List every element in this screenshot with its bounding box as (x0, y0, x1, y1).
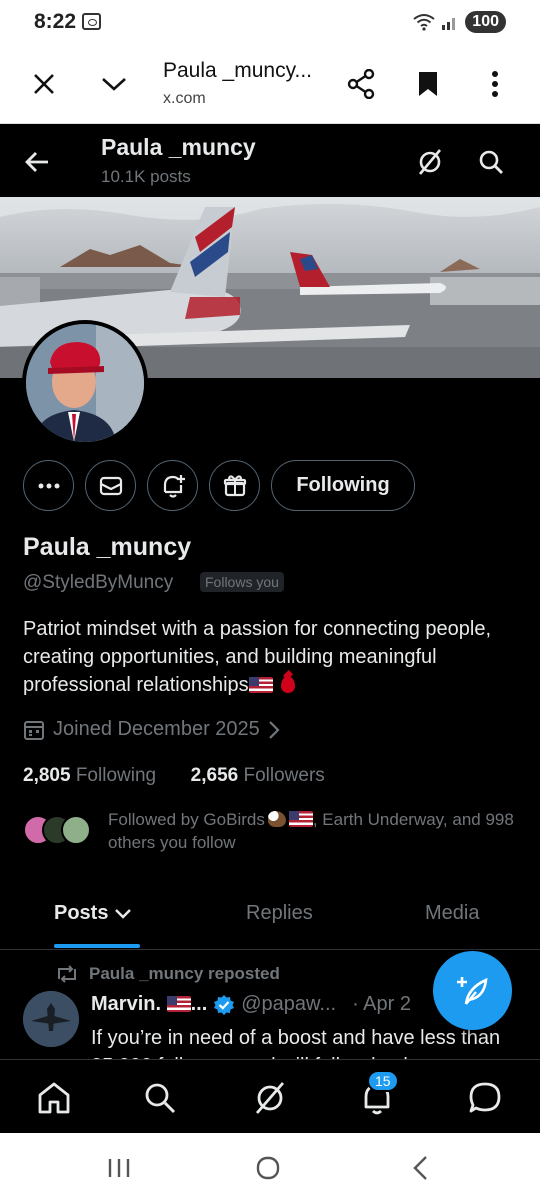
grok-button[interactable] (410, 142, 450, 182)
post-author-name[interactable]: Marvin. ... (91, 993, 207, 1016)
tab-posts[interactable]: Posts (54, 902, 132, 925)
followers-label: Followers (243, 765, 325, 786)
home-circle-icon (256, 1156, 280, 1180)
post-author-ellipsis: ... (190, 993, 208, 1015)
message-button[interactable] (85, 460, 136, 511)
chevron-right-icon (269, 720, 280, 739)
active-tab-indicator (54, 944, 140, 948)
back-system-button[interactable] (403, 1151, 437, 1185)
header-profile-name: Paula _muncy (101, 134, 256, 160)
profile-handle: @StyledByMuncy (23, 572, 174, 593)
us-flag-icon (288, 811, 313, 827)
close-icon (34, 74, 54, 94)
gift-icon (223, 474, 246, 496)
chevron-down-icon (102, 78, 126, 91)
tab-replies[interactable]: Replies (246, 902, 313, 925)
following-button[interactable]: Following (271, 460, 415, 511)
grok-icon (419, 149, 441, 175)
profile-name: Paula _muncy (23, 533, 192, 561)
arrow-left-icon (25, 152, 48, 172)
us-flag-icon (248, 677, 273, 693)
profile-avatar[interactable] (22, 320, 148, 446)
post-author-handle[interactable]: @papaw... (241, 993, 336, 1016)
profile-tabs: Posts Replies Media (0, 890, 540, 950)
back-button[interactable] (20, 144, 56, 180)
verified-badge-icon (214, 994, 235, 1015)
following-count-link[interactable]: 2,805 Following (23, 765, 156, 786)
signal-icon (442, 18, 456, 30)
bookmark-icon (419, 72, 437, 96)
chat-bubble-icon (469, 1082, 501, 1113)
notification-count-badge: 15 (367, 1070, 399, 1092)
follows-you-badge: Follows you (200, 572, 284, 592)
minimize-button[interactable] (94, 64, 134, 104)
post-date: · Apr 2 (352, 993, 411, 1015)
profile-header-bar: Paula _muncy 10.1K posts (0, 124, 540, 197)
repost-indicator[interactable]: Paula _muncy reposted (55, 964, 280, 984)
status-time: 8:22 (34, 10, 77, 33)
home-system-button[interactable] (251, 1151, 285, 1185)
follower-avatar (61, 815, 91, 845)
followed-by-prefix: Followed by GoBirds (108, 810, 265, 829)
search-icon (479, 150, 503, 174)
compose-feather-icon (456, 976, 488, 1005)
more-options-button[interactable] (23, 460, 74, 511)
eagle-icon (267, 811, 286, 827)
recent-apps-button[interactable] (102, 1151, 136, 1185)
close-tab-button[interactable] (24, 64, 64, 104)
share-button[interactable] (341, 64, 381, 104)
joined-date[interactable]: Joined December 2025 (23, 718, 280, 741)
screenshot-icon (82, 13, 101, 30)
browser-url[interactable]: x.com (163, 90, 206, 108)
system-navigation-bar (0, 1133, 540, 1200)
status-right: 100 (413, 11, 506, 33)
browser-menu-button[interactable] (475, 64, 515, 104)
battery-indicator: 100 (465, 11, 506, 33)
status-bar: 8:22 100 (0, 0, 540, 46)
grok-icon (255, 1082, 285, 1114)
nav-home[interactable] (34, 1078, 74, 1118)
tab-media[interactable]: Media (425, 902, 479, 925)
compose-post-button[interactable] (433, 951, 512, 1030)
more-horizontal-icon (38, 483, 59, 488)
browser-bar: Paula _muncy... x.com (0, 46, 540, 124)
header-post-count: 10.1K posts (101, 167, 191, 186)
tab-posts-label: Posts (54, 902, 109, 924)
followed-by-text[interactable]: Followed by GoBirds, Earth Underway, and… (108, 808, 528, 854)
nav-search[interactable] (140, 1078, 180, 1118)
more-vertical-icon (492, 71, 498, 97)
search-button[interactable] (471, 142, 511, 182)
recent-apps-icon (108, 1159, 130, 1177)
followers-count-link[interactable]: 2,656 Followers (191, 765, 325, 786)
repost-icon (58, 965, 76, 983)
wifi-icon (413, 14, 435, 31)
us-flag-icon (166, 996, 191, 1012)
browser-page-title: Paula _muncy... (163, 59, 313, 82)
profile-bio: Patriot mindset with a passion for conne… (23, 615, 523, 699)
joined-text: Joined December 2025 (53, 718, 260, 740)
repost-label: Paula _muncy reposted (89, 964, 280, 983)
share-icon (347, 69, 375, 99)
back-chevron-icon (413, 1156, 427, 1180)
post-author-text: Marvin. (91, 993, 167, 1015)
followers-count: 2,656 (190, 765, 239, 786)
home-icon (38, 1082, 70, 1114)
calendar-icon (24, 720, 44, 740)
chevron-down-icon (115, 908, 132, 919)
gift-button[interactable] (209, 460, 260, 511)
bookmark-button[interactable] (408, 64, 448, 104)
follow-counts: 2,805 Following 2,656 Followers (23, 765, 325, 787)
post-author-avatar[interactable] (23, 991, 79, 1047)
following-label: Following (75, 765, 157, 786)
search-icon (145, 1083, 176, 1114)
notify-button[interactable] (147, 460, 198, 511)
envelope-icon (99, 476, 122, 495)
bell-plus-icon (163, 474, 185, 498)
following-count: 2,805 (23, 765, 71, 786)
nav-messages[interactable] (465, 1078, 505, 1118)
nav-grok[interactable] (250, 1078, 290, 1118)
blood-drop-icon (280, 676, 295, 693)
bottom-navigation: 15 (0, 1059, 540, 1133)
post-header: Marvin. ... @papaw... · Apr 2 (91, 993, 411, 1016)
